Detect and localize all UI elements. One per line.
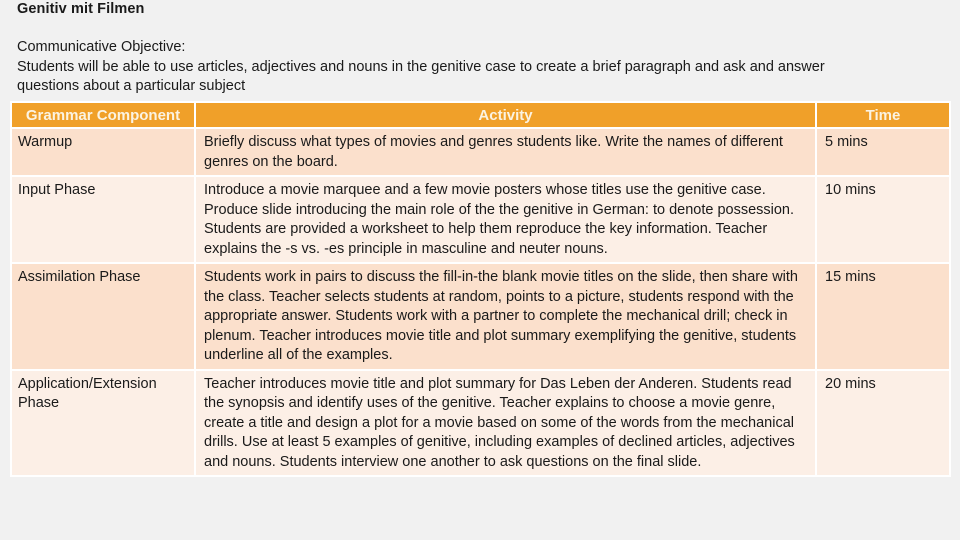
header-grammar-component: Grammar Component <box>12 103 194 127</box>
lesson-plan-table: Grammar Component Activity Time Warmup B… <box>10 101 951 477</box>
objective-text-line: Students will be able to use articles, a… <box>17 58 825 75</box>
page-title: Genitiv mit Filmen <box>17 1 145 17</box>
table-row-input-phase: Input Phase Introduce a movie marquee an… <box>12 177 949 262</box>
cell-activity: Students work in pairs to discuss the fi… <box>196 264 815 369</box>
cell-time: 20 mins <box>817 370 949 475</box>
header-activity: Activity <box>196 103 815 127</box>
table-header-row: Grammar Component Activity Time <box>12 103 949 127</box>
table-row-application-phase: Application/Extension Phase Teacher intr… <box>12 370 949 475</box>
cell-activity: Briefly discuss what types of movies and… <box>196 129 815 175</box>
cell-activity: Teacher introduces movie title and plot … <box>196 370 815 475</box>
cell-component: Warmup <box>12 129 194 175</box>
objective-text-line: questions about a particular subject <box>17 78 246 94</box>
cell-time: 15 mins <box>817 264 949 369</box>
cell-component: Input Phase <box>12 177 194 262</box>
cell-time: 5 mins <box>817 129 949 175</box>
header-time: Time <box>817 103 949 127</box>
objective-label: Communicative Objective: <box>17 39 186 55</box>
cell-time: 10 mins <box>817 177 949 262</box>
table-row-assimilation-phase: Assimilation Phase Students work in pair… <box>12 264 949 369</box>
cell-activity: Introduce a movie marquee and a few movi… <box>196 177 815 262</box>
communicative-objective: Communicative Objective: Students will b… <box>17 38 947 97</box>
cell-component: Assimilation Phase <box>12 264 194 369</box>
table-row-warmup: Warmup Briefly discuss what types of mov… <box>12 129 949 175</box>
cell-component: Application/Extension Phase <box>12 370 194 475</box>
